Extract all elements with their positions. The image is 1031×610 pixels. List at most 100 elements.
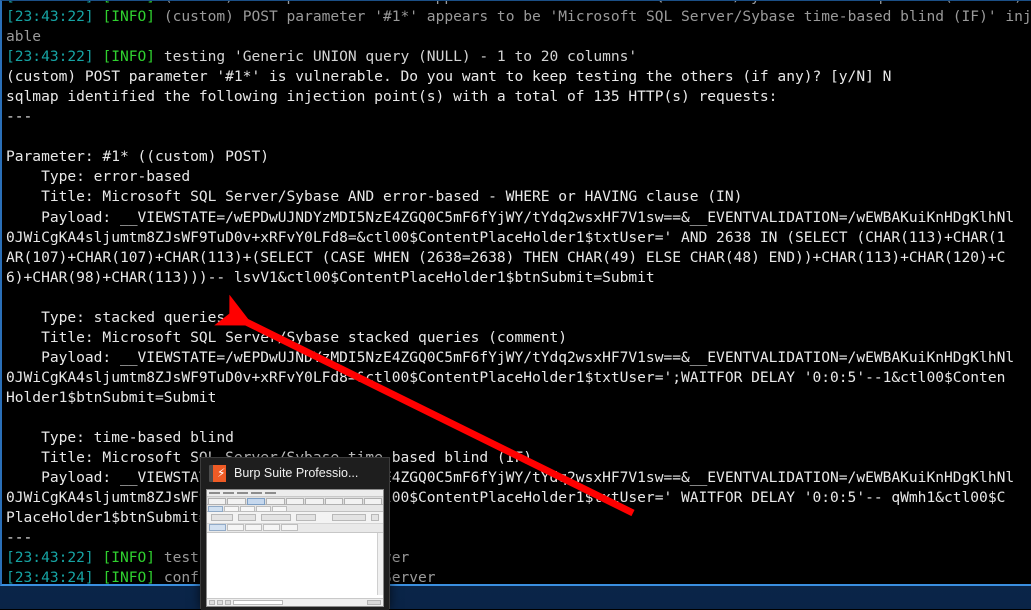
- burp-thumb-menu-item: [251, 492, 262, 494]
- burp-thumb-button: [296, 514, 316, 521]
- terminal-text-segment: sqlmap identified the following injectio…: [6, 88, 778, 106]
- terminal-line: [23:43:22] [INFO] testing Microsoft SQL …: [6, 548, 1031, 568]
- terminal-text-segment: [23:43:21]: [6, 1, 102, 5]
- terminal-text-segment: AR(107)+CHAR(107)+CHAR(113)+(SELECT (CAS…: [6, 248, 1006, 266]
- burp-thumb-message-tab: [281, 524, 298, 531]
- burp-thumb-search-field: [332, 514, 366, 521]
- burp-thumb-editor-body: [207, 533, 383, 595]
- burp-thumb-tab: [285, 498, 305, 505]
- burp-thumb-button: [238, 514, 256, 521]
- terminal-text-segment: Payload: __VIEWSTATE=/wEPDwUJNDYzMDI5NzE…: [6, 469, 1015, 487]
- terminal-line: [23:43:24] [INFO] confirming Microsoft S…: [6, 568, 1031, 586]
- burp-thumb-tab: [363, 498, 382, 505]
- burp-thumb-status-button: [209, 600, 215, 605]
- terminal-line: Title: Microsoft SQL Server/Sybase time-…: [6, 448, 1031, 468]
- burp-preview-titlebar[interactable]: ⚡ Burp Suite Professio...: [201, 458, 389, 488]
- burp-thumb-subtabrow: [207, 505, 383, 512]
- terminal-line: able: [6, 27, 1031, 47]
- burp-thumb-menu-item: [209, 492, 220, 494]
- terminal-text-segment: testing 'Generic UNION query (NULL) - 1 …: [163, 48, 638, 66]
- burp-thumb-tab: [305, 498, 324, 505]
- burp-preview-title: Burp Suite Professio...: [234, 466, 359, 480]
- burp-thumb-subtab-selected: [208, 506, 223, 512]
- burp-thumb-tabrow: [207, 497, 383, 505]
- terminal-text-segment: Title: Microsoft SQL Server/Sybase AND e…: [6, 188, 743, 206]
- burp-thumb-status-field: [233, 600, 283, 605]
- burp-thumb-tab: [324, 498, 344, 505]
- burp-thumb-message-tab: [227, 524, 244, 531]
- terminal-line: sqlmap identified the following injectio…: [6, 87, 1031, 107]
- burp-thumb-tab: [266, 498, 285, 505]
- burp-thumb-status-button: [217, 600, 223, 605]
- terminal-text-segment: [INFO]: [102, 48, 164, 66]
- burp-thumb-subtab: [224, 506, 239, 512]
- burp-thumb-button: [261, 514, 291, 521]
- terminal-text-segment: [INFO]: [102, 569, 164, 586]
- terminal-text-segment: Type: error-based: [6, 168, 191, 186]
- terminal-line: [23:43:22] [INFO] (custom) POST paramete…: [6, 7, 1031, 27]
- terminal-text-segment: [INFO]: [102, 1, 163, 5]
- lightning-bolt-icon: ⚡: [217, 465, 226, 480]
- burp-thumb-menu-item: [237, 492, 248, 494]
- sqlmap-terminal-window[interactable]: [23:43:21] [INFO] (custom) POST paramete…: [0, 0, 1031, 586]
- terminal-line: [23:43:22] [INFO] testing 'Generic UNION…: [6, 47, 1031, 67]
- burp-thumb-subtab: [240, 506, 255, 512]
- terminal-line: (custom) POST parameter '#1*' is vulnera…: [6, 67, 1031, 87]
- terminal-line: [23:43:21] [INFO] (custom) POST paramete…: [6, 1, 1031, 7]
- terminal-text-segment: Payload: __VIEWSTATE=/wEPDwUJNDYzMDI5NzE…: [6, 208, 1015, 226]
- burp-thumb-message-tab: [245, 524, 262, 531]
- terminal-line: PlaceHolder1$btnSubmit=Submit: [6, 508, 1031, 528]
- terminal-text-segment: (custom) POST parameter '#1*' appears to…: [164, 1, 1031, 5]
- terminal-text-segment: (custom) POST parameter '#1*' appears to…: [163, 8, 1031, 26]
- terminal-line: 0JWiCgKA4sljumtm8ZJsWF9TuD0v+xRFvY0LFd8=…: [6, 228, 1031, 248]
- terminal-output[interactable]: [23:43:21] [INFO] (custom) POST paramete…: [2, 1, 1031, 586]
- burp-thumb-menu-item: [223, 492, 234, 494]
- terminal-line: Payload: __VIEWSTATE=/wEPDwUJNDYzMDI5NzE…: [6, 208, 1031, 228]
- terminal-text-segment: Payload: __VIEWSTATE=/wEPDwUJNDYzMDI5NzE…: [6, 348, 1015, 366]
- terminal-text-segment: Holder1$btnSubmit=Submit: [6, 388, 217, 406]
- terminal-line: Type: stacked queries: [6, 308, 1031, 328]
- terminal-text-segment: ---: [6, 529, 33, 547]
- terminal-text-segment: 0JWiCgKA4sljumtm8ZJsWF9TuD0v+xRFvY0LFd8=…: [6, 489, 1006, 507]
- burp-thumb-menubar: [207, 490, 383, 497]
- burp-suite-window-preview[interactable]: ⚡ Burp Suite Professio...: [200, 457, 390, 610]
- terminal-line: 0JWiCgKA4sljumtm8ZJsWF9TuD0v+xRFvY0LFd8=…: [6, 368, 1031, 388]
- burp-thumb-status-right: [367, 600, 381, 605]
- burp-thumb-subtab: [272, 506, 287, 512]
- terminal-line: ---: [6, 107, 1031, 127]
- burp-thumb-icon-button: [371, 514, 379, 521]
- terminal-line: Title: Microsoft SQL Server/Sybase stack…: [6, 328, 1031, 348]
- burp-thumb-tab: [344, 498, 363, 505]
- terminal-text-segment: 0JWiCgKA4sljumtm8ZJsWF9TuD0v+xRFvY0LFd8=…: [6, 228, 1006, 246]
- burp-thumb-message-tab: [263, 524, 280, 531]
- terminal-text-segment: [INFO]: [102, 549, 164, 567]
- terminal-line: 6)+CHAR(98)+CHAR(113)))-- lsvV1&ctl00$Co…: [6, 268, 1031, 288]
- terminal-text-segment: Title: Microsoft SQL Server/Sybase stack…: [6, 328, 568, 346]
- terminal-line: Type: error-based: [6, 167, 1031, 187]
- burp-thumb-status-button: [225, 600, 231, 605]
- terminal-line: Payload: __VIEWSTATE=/wEPDwUJNDYzMDI5NzE…: [6, 348, 1031, 368]
- burp-thumb-button: [211, 514, 233, 521]
- terminal-line: 0JWiCgKA4sljumtm8ZJsWF9TuD0v+xRFvY0LFd8=…: [6, 488, 1031, 508]
- burp-thumb-subtab: [256, 506, 271, 512]
- terminal-text-segment: Parameter: #1* ((custom) POST): [6, 148, 269, 166]
- burp-window-thumbnail[interactable]: [206, 489, 384, 607]
- burp-thumb-message-tabs: [207, 524, 383, 533]
- terminal-line: AR(107)+CHAR(107)+CHAR(113)+(SELECT (CAS…: [6, 248, 1031, 268]
- terminal-line: Parameter: #1* ((custom) POST): [6, 147, 1031, 167]
- burp-thumb-tab: [208, 498, 227, 505]
- terminal-text-segment: 0JWiCgKA4sljumtm8ZJsWF9TuD0v+xRFvY0LFd8=…: [6, 368, 1006, 386]
- burp-thumb-toolbar: [207, 512, 383, 524]
- terminal-line: Payload: __VIEWSTATE=/wEPDwUJNDYzMDI5NzE…: [6, 468, 1031, 488]
- terminal-text-segment: Type: stacked queries: [6, 308, 226, 326]
- terminal-text-segment: [23:43:22]: [6, 549, 103, 567]
- terminal-text-segment: [INFO]: [102, 8, 164, 26]
- terminal-text-segment: Type: time-based blind: [6, 429, 234, 447]
- burp-thumb-statusbar: [207, 598, 383, 606]
- terminal-line: ---: [6, 528, 1031, 548]
- burp-thumb-message-tab-selected: [209, 524, 226, 531]
- terminal-text-segment: [23:43:22]: [6, 8, 103, 26]
